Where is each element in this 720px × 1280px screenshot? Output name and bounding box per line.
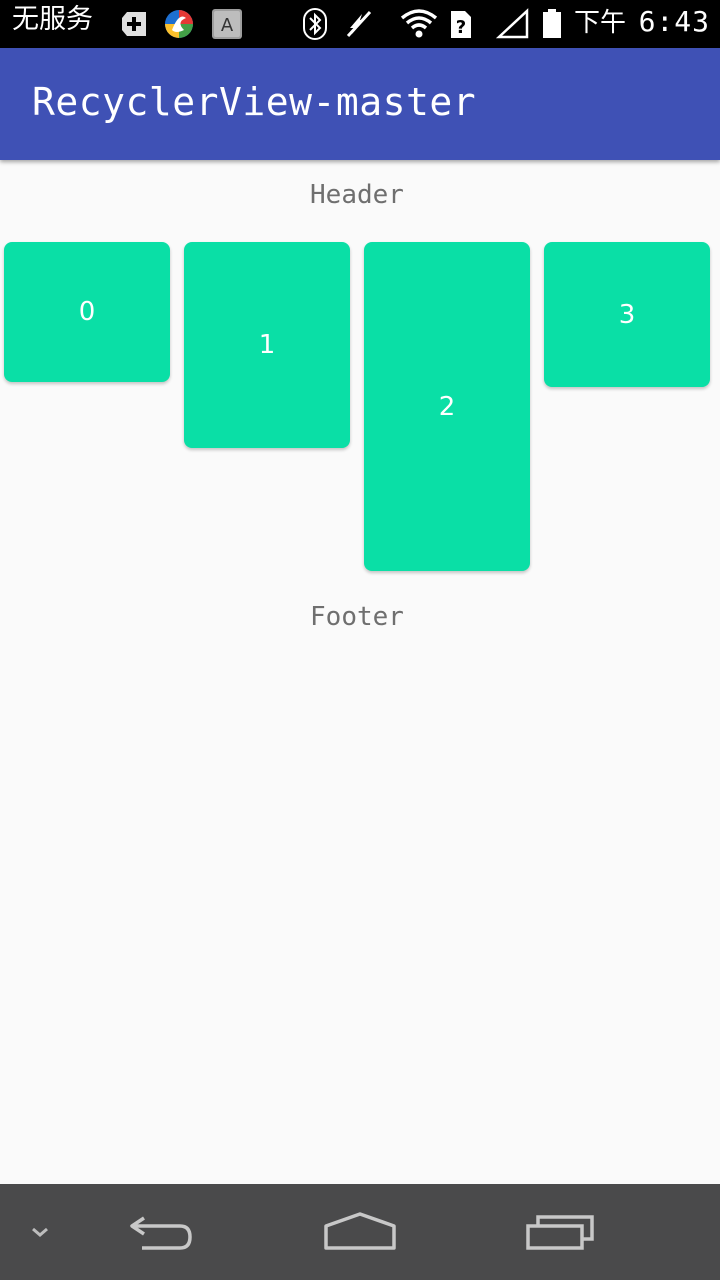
grid-item-label: 3 (618, 299, 636, 330)
wifi-icon (400, 9, 438, 38)
recycler-view[interactable]: Header 0 1 2 3 Footer (0, 160, 720, 1184)
grid-item-2[interactable]: 2 (364, 242, 530, 571)
collapse-button[interactable] (20, 1184, 60, 1280)
carrier-label: 无服务 (12, 4, 93, 35)
grid-item-label: 2 (438, 391, 456, 422)
bluetooth-icon (303, 8, 327, 40)
app-title: RecyclerView-master (32, 80, 477, 124)
svg-text:?: ? (456, 17, 466, 38)
clock: 6:43 (638, 5, 710, 38)
back-icon (130, 1216, 192, 1250)
grid-item-0[interactable]: 0 (4, 242, 170, 382)
sim-unknown-icon: ? (451, 11, 471, 38)
grid-item-label: 0 (78, 297, 96, 327)
status-bar: 无服务 A ? 下午 6:43 (0, 0, 720, 48)
grid-item-1[interactable]: 1 (184, 242, 350, 448)
home-icon (324, 1212, 396, 1250)
app-notification-icon (165, 10, 193, 38)
vibrate-off-icon (346, 10, 372, 38)
keyboard-a-icon: A (212, 9, 242, 39)
collapse-chevron-icon (32, 1227, 48, 1237)
ampm-label: 下午 (574, 8, 627, 38)
app-bar: RecyclerView-master (0, 48, 720, 160)
recents-button[interactable] (512, 1184, 608, 1280)
grid-item-3[interactable]: 3 (544, 242, 710, 387)
grid-item-label: 1 (258, 330, 276, 360)
svg-text:A: A (221, 15, 234, 36)
battery-icon (543, 9, 561, 38)
navigation-bar (0, 1184, 720, 1280)
signal-icon (496, 8, 529, 39)
back-button[interactable] (112, 1184, 208, 1280)
list-header: Header (310, 180, 404, 210)
add-notification-icon (122, 12, 146, 36)
home-button[interactable] (312, 1184, 408, 1280)
recents-icon (526, 1215, 594, 1250)
list-footer: Footer (310, 602, 404, 632)
